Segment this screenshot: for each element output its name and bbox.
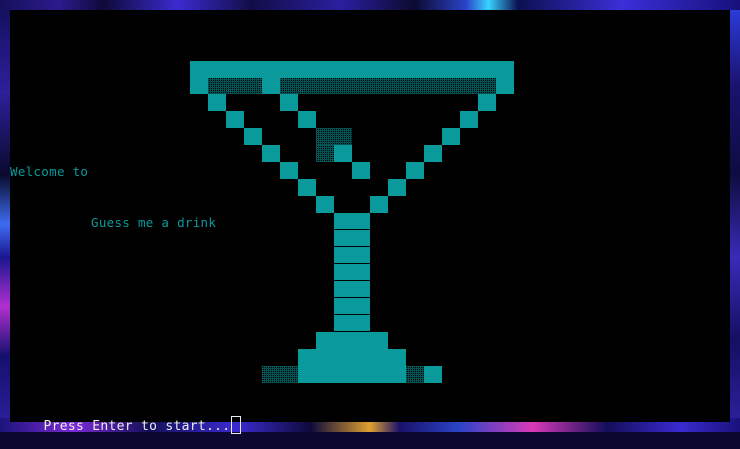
glass-base-shade xyxy=(262,366,298,383)
glass-left-edge xyxy=(280,162,298,179)
background-left-strip xyxy=(0,10,10,422)
glass-right-edge xyxy=(442,128,460,145)
glass-rim-left xyxy=(190,78,208,94)
stirrer xyxy=(280,94,298,111)
glass-rim-mid xyxy=(262,78,280,94)
glass-left-edge xyxy=(244,128,262,145)
glass-stem xyxy=(334,247,370,263)
glass-stem xyxy=(334,281,370,297)
text-cursor[interactable] xyxy=(231,416,242,434)
stirrer xyxy=(352,162,370,179)
glass-left-edge xyxy=(208,94,226,111)
glass-stem xyxy=(334,230,370,246)
glass-right-edge xyxy=(460,111,478,128)
background-top-strip xyxy=(0,0,740,10)
glass-right-edge xyxy=(424,145,442,162)
start-prompt: Press Enter to start... xyxy=(11,401,242,449)
glass-right-edge xyxy=(388,179,406,196)
glass-base xyxy=(424,366,442,383)
glass-right-edge xyxy=(406,162,424,179)
olive-shade xyxy=(316,145,334,162)
glass-base xyxy=(298,366,406,383)
glass-rim-right xyxy=(496,78,514,94)
glass-left-edge xyxy=(298,179,316,196)
glass-rim-shade-right xyxy=(280,78,496,94)
glass-base xyxy=(298,349,406,366)
glass-base xyxy=(316,332,388,349)
glass-left-edge xyxy=(262,145,280,162)
glass-rim xyxy=(190,61,514,78)
stirrer xyxy=(298,111,316,128)
stirrer xyxy=(370,196,388,213)
terminal-window[interactable]: Welcome to Guess me a drink Press Enter … xyxy=(10,10,730,434)
glass-stem xyxy=(334,298,370,314)
glass-rim-shade-left xyxy=(208,78,262,94)
background-right-strip xyxy=(730,10,740,422)
app-title: Guess me a drink xyxy=(91,215,217,230)
glass-left-edge xyxy=(316,196,334,213)
olive-shade xyxy=(316,128,352,145)
welcome-text: Welcome to xyxy=(10,164,89,179)
glass-right-edge xyxy=(478,94,496,111)
glass-base-shade xyxy=(406,366,424,383)
glass-stem xyxy=(334,213,370,229)
glass-left-edge xyxy=(226,111,244,128)
glass-stem xyxy=(334,264,370,280)
olive xyxy=(334,145,352,162)
glass-stem xyxy=(334,315,370,331)
